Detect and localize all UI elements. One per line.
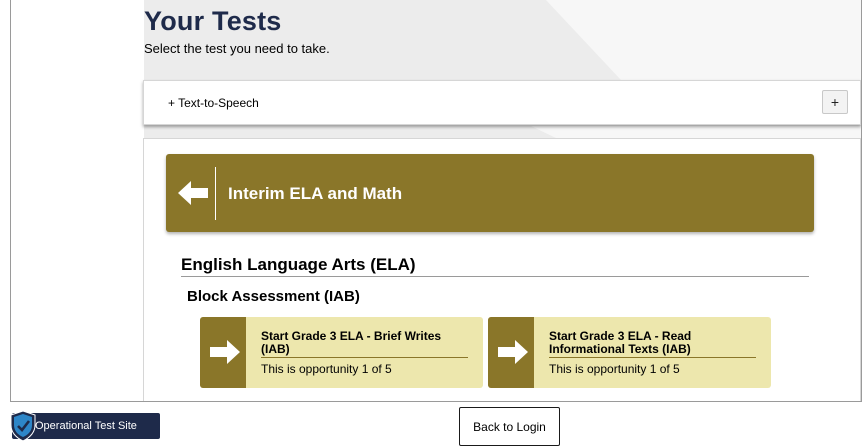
operational-test-site-badge: Operational Test Site [10,410,160,442]
tile-icon-panel [488,317,534,388]
arrow-right-icon [498,340,528,364]
category-heading: Block Assessment (IAB) [187,288,360,305]
back-to-login-button[interactable]: Back to Login [459,407,560,446]
test-group-banner: Interim ELA and Math [166,154,814,232]
tile-icon-panel [200,317,246,388]
subject-heading: English Language Arts (ELA) [181,255,809,277]
test-name: Start Grade 3 ELA - Brief Writes (IAB) [261,330,468,358]
page-subtitle: Select the test you need to take. [144,41,330,56]
text-to-speech-expand-button[interactable]: + [822,90,848,114]
app-frame: Your Tests Select the test you need to t… [10,0,862,402]
left-gutter [11,0,144,401]
main-content: Your Tests Select the test you need to t… [143,0,861,401]
text-to-speech-label[interactable]: + Text-to-Speech [168,96,259,110]
test-opportunity: This is opportunity 1 of 5 [549,362,680,376]
arrow-left-icon[interactable] [178,179,210,207]
banner-divider [215,167,216,220]
test-name: Start Grade 3 ELA - Read Informational T… [549,330,756,358]
text-to-speech-panel[interactable]: + Text-to-Speech + [143,80,861,125]
arrow-right-icon [210,340,240,364]
operational-test-site-label: Operational Test Site [35,420,137,432]
test-tile-read-informational-texts[interactable]: Start Grade 3 ELA - Read Informational T… [488,317,771,388]
test-selection-card: Interim ELA and Math English Language Ar… [143,138,861,401]
test-opportunity: This is opportunity 1 of 5 [261,362,392,376]
shield-check-icon [10,410,36,442]
test-group-title: Interim ELA and Math [228,184,403,203]
test-tile-brief-writes[interactable]: Start Grade 3 ELA - Brief Writes (IAB) T… [200,317,483,388]
page-title: Your Tests [144,6,282,36]
